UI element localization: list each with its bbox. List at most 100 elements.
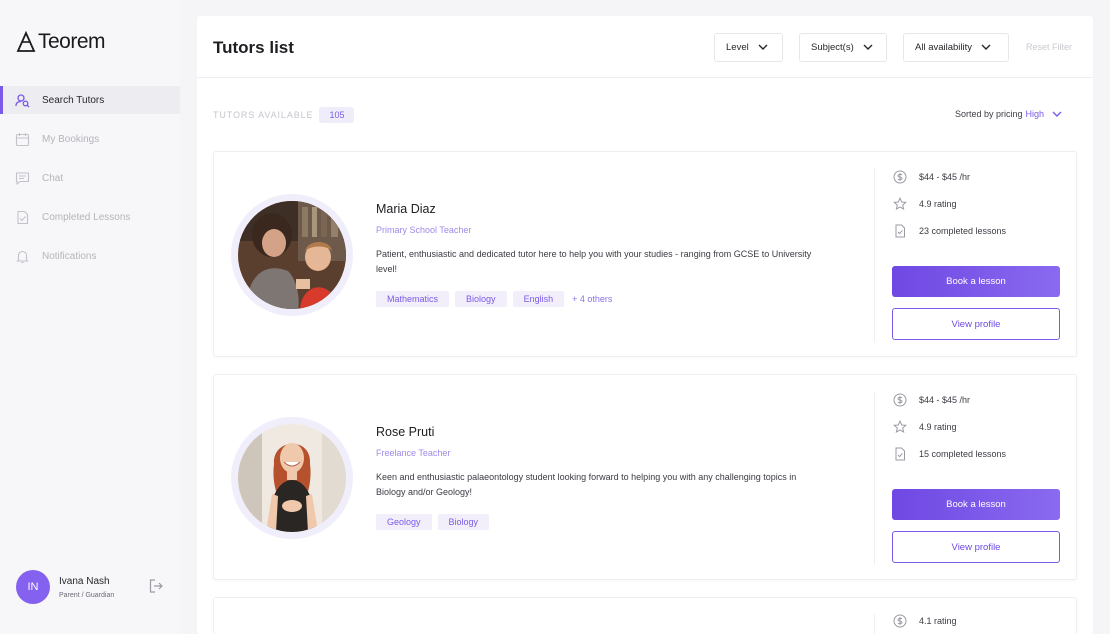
search-user-icon <box>14 92 30 108</box>
avatar[interactable]: IN <box>16 570 50 604</box>
subject-tag[interactable]: Biology <box>455 291 507 307</box>
chevron-down-icon <box>1052 111 1062 117</box>
sidebar-item-notifications[interactable]: Notifications <box>0 242 180 270</box>
rating-value: 4.9 rating <box>919 422 957 432</box>
tutor-card: Maria Diaz Primary School Teacher Patien… <box>213 151 1077 357</box>
card-divider <box>874 614 875 634</box>
user-name: Ivana Nash <box>59 575 110 587</box>
sidebar-item-label: Search Tutors <box>42 94 105 106</box>
lessons-value: 23 completed lessons <box>919 226 1007 236</box>
tutor-role: Primary School Teacher <box>376 225 472 235</box>
availability-filter-label: All availability <box>915 42 973 53</box>
dollar-icon <box>893 614 907 628</box>
main-panel: Tutors list Level Subject(s) All availab… <box>197 16 1093 634</box>
dollar-icon <box>893 393 907 407</box>
user-info: Ivana Nash Parent / Guardian <box>59 576 114 599</box>
book-lesson-button[interactable]: Book a lesson <box>892 489 1060 520</box>
tutor-info: Maria Diaz Primary School Teacher Patien… <box>376 202 826 307</box>
user-role: Parent / Guardian <box>59 591 115 599</box>
rating-value: 4.9 rating <box>919 199 957 209</box>
sidebar: Teorem Search Tutors My Bookings Chat Co… <box>0 0 180 634</box>
reset-filter-link[interactable]: Reset Filter <box>1026 42 1072 52</box>
subject-tag[interactable]: Mathematics <box>376 291 450 307</box>
subject-tag[interactable]: English <box>512 291 565 307</box>
level-filter[interactable]: Level <box>714 33 783 62</box>
logo-mark-icon <box>16 31 36 52</box>
tutor-description: Keen and enthusiastic palaeontology stud… <box>376 472 797 497</box>
sidebar-item-completed-lessons[interactable]: Completed Lessons <box>0 203 180 231</box>
tutor-name[interactable]: Rose Pruti <box>376 425 826 439</box>
tutor-description: Patient, enthusiastic and dedicated tuto… <box>376 249 812 274</box>
more-subjects-link[interactable]: + 4 others <box>572 294 612 304</box>
star-icon <box>893 197 907 211</box>
subject-tags: Mathematics Biology English + 4 others <box>376 291 826 307</box>
logout-icon[interactable] <box>148 578 164 594</box>
tutor-stats: 4.1 rating <box>893 614 957 634</box>
price-value: $44 - $45 /hr <box>919 172 971 182</box>
subject-tags: Geology Biology <box>376 514 826 530</box>
lessons-stat: 15 completed lessons <box>893 447 1006 461</box>
lessons-stat: 23 completed lessons <box>893 224 1006 238</box>
tutor-photo-ring <box>231 194 353 316</box>
level-filter-label: Level <box>726 42 749 53</box>
rating-stat: 4.1 rating <box>893 614 957 628</box>
star-icon <box>893 420 907 434</box>
tutor-role: Freelance Teacher <box>376 448 451 458</box>
chevron-down-icon <box>758 44 768 50</box>
count-badge: 105 <box>319 107 355 123</box>
tutor-name[interactable]: Maria Diaz <box>376 202 826 216</box>
rating-value: 4.1 rating <box>919 616 957 626</box>
logo-text: Teorem <box>38 30 106 53</box>
bell-icon <box>14 248 30 264</box>
calendar-icon <box>14 131 30 147</box>
tutor-photo[interactable] <box>238 424 346 532</box>
card-divider <box>874 391 875 565</box>
dollar-icon <box>893 170 907 184</box>
subject-tag[interactable]: Geology <box>376 514 432 530</box>
sort-dropdown[interactable]: Sorted by pricing High <box>955 109 1062 119</box>
tutor-stats: $44 - $45 /hr 4.9 rating 23 completed le… <box>893 170 1006 251</box>
document-check-icon <box>895 224 905 238</box>
price-value: $44 - $45 /hr <box>919 395 971 405</box>
sidebar-item-label: Completed Lessons <box>42 211 131 223</box>
sidebar-item-label: My Bookings <box>42 133 100 145</box>
price-stat: $44 - $45 /hr <box>893 170 1006 184</box>
sidebar-nav: Search Tutors My Bookings Chat Completed… <box>0 86 180 281</box>
chevron-down-icon <box>863 44 873 50</box>
lessons-value: 15 completed lessons <box>919 449 1007 459</box>
tutors-count: TUTORS AVAILABLE 105 <box>213 107 355 123</box>
sort-value: High <box>1025 109 1045 119</box>
sidebar-item-chat[interactable]: Chat <box>0 164 180 192</box>
page-title: Tutors list <box>213 38 294 57</box>
tutor-photo-ring <box>231 417 353 539</box>
book-lesson-button[interactable]: Book a lesson <box>892 266 1060 297</box>
tutor-info: Rose Pruti Freelance Teacher Keen and en… <box>376 425 826 530</box>
tutor-stats: $44 - $45 /hr 4.9 rating 15 completed le… <box>893 393 1006 474</box>
sidebar-item-search-tutors[interactable]: Search Tutors <box>0 86 180 114</box>
availability-filter[interactable]: All availability <box>903 33 1009 62</box>
user-profile: IN Ivana Nash Parent / Guardian <box>16 569 171 605</box>
view-profile-button[interactable]: View profile <box>892 308 1060 340</box>
subjects-filter[interactable]: Subject(s) <box>799 33 887 62</box>
tutor-card: 4.1 rating <box>213 597 1077 634</box>
page-header: Tutors list Level Subject(s) All availab… <box>197 16 1093 78</box>
document-check-icon <box>14 209 30 225</box>
price-stat: $44 - $45 /hr <box>893 393 1006 407</box>
sidebar-item-label: Notifications <box>42 250 97 262</box>
sidebar-item-label: Chat <box>42 172 64 184</box>
sidebar-item-my-bookings[interactable]: My Bookings <box>0 125 180 153</box>
subject-tag[interactable]: Biology <box>437 514 490 530</box>
card-divider <box>874 168 875 342</box>
subjects-filter-label: Subject(s) <box>811 42 854 53</box>
logo[interactable]: Teorem <box>16 30 106 54</box>
tutor-photo[interactable] <box>238 201 346 309</box>
view-profile-button[interactable]: View profile <box>892 531 1060 563</box>
sort-label: Sorted by pricing <box>955 109 1023 119</box>
rating-stat: 4.9 rating <box>893 197 1006 211</box>
chat-icon <box>14 170 30 186</box>
tutor-card: Rose Pruti Freelance Teacher Keen and en… <box>213 374 1077 580</box>
chevron-down-icon <box>981 44 991 50</box>
rating-stat: 4.9 rating <box>893 420 1006 434</box>
tutors-available-label: TUTORS AVAILABLE <box>213 110 314 120</box>
document-check-icon <box>895 447 905 461</box>
